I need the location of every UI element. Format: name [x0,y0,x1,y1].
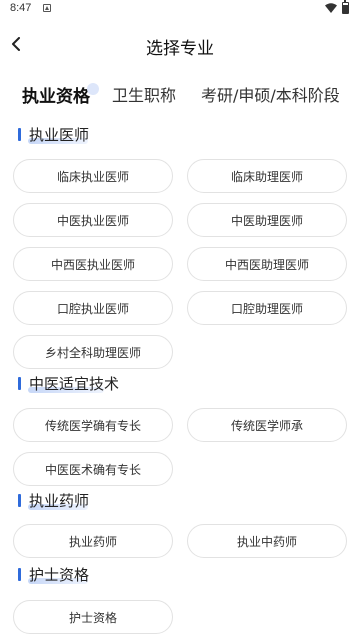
tab-label: 考研/申硕/本科阶段 [201,86,340,105]
section-bar [18,377,21,390]
section-title: 执业药师 [29,492,90,510]
major-chip[interactable]: 口腔助理医师 [187,291,347,325]
major-chip[interactable]: 乡村全科助理医师 [13,335,173,369]
status-bar: 8:47 [0,0,360,20]
tab-health-title[interactable]: 卫生职称 [112,82,176,106]
section-title: 执业医师 [29,126,90,144]
section-title: 中医适宜技术 [29,375,120,393]
major-chip[interactable]: 中西医助理医师 [187,247,347,281]
status-time: 8:47 [10,2,32,14]
major-chip[interactable]: 口腔执业医师 [13,291,173,325]
active-tab-indicator [87,83,99,95]
tab-bar: 执业资格 卫生职称 考研/申硕/本科阶段 [0,74,360,114]
tab-label: 执业资格 [22,87,90,107]
major-chip[interactable]: 中医医术确有专长 [13,452,173,486]
page-title: 选择专业 [146,39,214,59]
major-chip[interactable]: 临床助理医师 [187,159,347,193]
major-chip[interactable]: 传统医学师承 [187,408,347,442]
tab-practice-qualification[interactable]: 执业资格 [22,82,99,107]
major-chip[interactable]: 中医助理医师 [187,203,347,237]
major-chip[interactable]: 传统医学确有专长 [13,408,173,442]
major-chip[interactable]: 护士资格 [13,600,173,634]
major-chip[interactable]: 临床执业医师 [13,159,173,193]
section-bar [18,568,21,581]
wifi-icon [325,3,337,13]
battery-icon [342,0,349,14]
major-chip[interactable]: 执业中药师 [187,524,347,558]
tab-label: 卫生职称 [112,86,177,105]
header: 选择专业 [0,24,360,64]
section-bar [18,128,21,141]
major-chip[interactable]: 执业药师 [13,524,173,558]
section-title: 护士资格 [29,566,90,584]
notification-icon [43,4,51,12]
tab-postgraduate[interactable]: 考研/申硕/本科阶段 [201,82,340,106]
major-chip[interactable]: 中西医执业医师 [13,247,173,281]
major-chip[interactable]: 中医执业医师 [13,203,173,237]
section-bar [18,494,21,507]
